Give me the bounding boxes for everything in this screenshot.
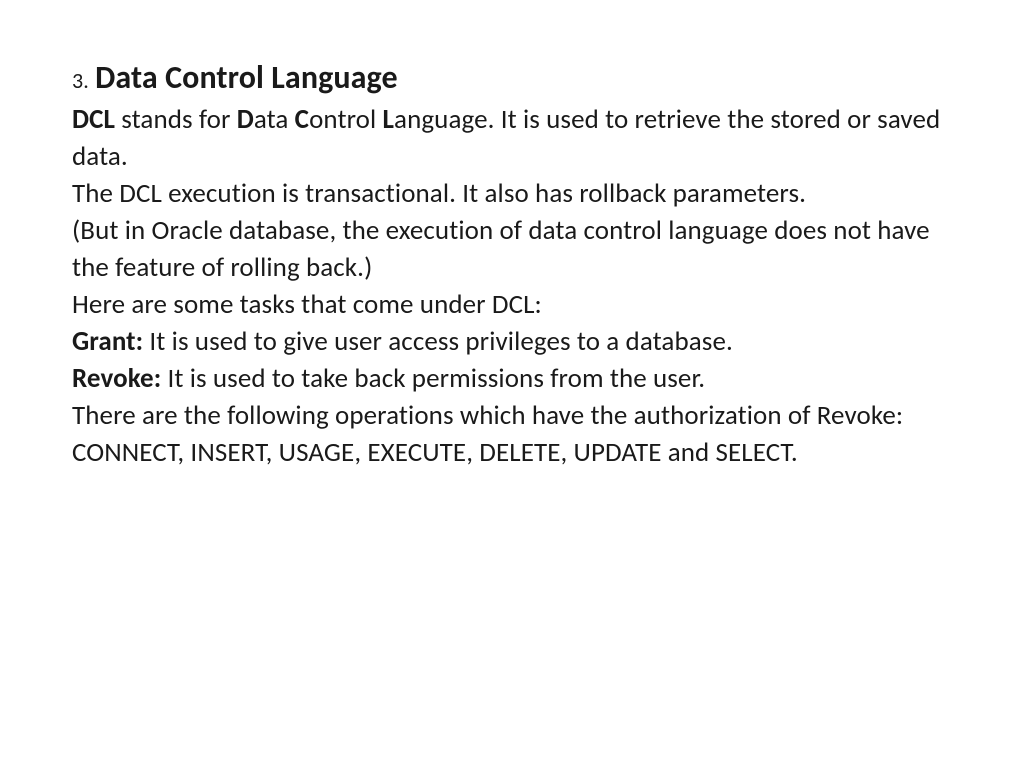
paragraph-transactional: The DCL execution is transactional. It a… xyxy=(72,176,952,213)
paragraph-grant: Grant: It is used to give user access pr… xyxy=(72,324,952,361)
letter-d: D xyxy=(237,103,254,136)
label-grant: Grant: xyxy=(72,325,143,358)
document-body: 3. Data Control Language DCL stands for … xyxy=(72,56,952,472)
letter-c: C xyxy=(295,103,309,136)
label-revoke: Revoke: xyxy=(72,362,161,395)
text: stands for xyxy=(115,103,237,136)
text: ontrol xyxy=(309,103,382,136)
abbr-dcl: DCL xyxy=(72,103,115,136)
paragraph-revoke-ops-intro: There are the following operations which… xyxy=(72,398,952,435)
heading-number: 3. xyxy=(72,67,89,94)
paragraph-tasks-intro: Here are some tasks that come under DCL: xyxy=(72,287,952,324)
heading-title: Data Control Language xyxy=(95,58,398,97)
text: It is used to give user access privilege… xyxy=(143,325,733,358)
paragraph-operations-list: CONNECT, INSERT, USAGE, EXECUTE, DELETE,… xyxy=(72,435,952,472)
paragraph-revoke: Revoke: It is used to take back permissi… xyxy=(72,361,952,398)
letter-l: L xyxy=(383,103,395,136)
text: It is used to take back permissions from… xyxy=(161,362,705,395)
paragraph-oracle-note: (But in Oracle database, the execution o… xyxy=(72,213,952,287)
heading-line: 3. Data Control Language xyxy=(72,56,952,100)
text: ata xyxy=(254,103,295,136)
paragraph-definition: DCL stands for Data Control Language. It… xyxy=(72,102,952,176)
